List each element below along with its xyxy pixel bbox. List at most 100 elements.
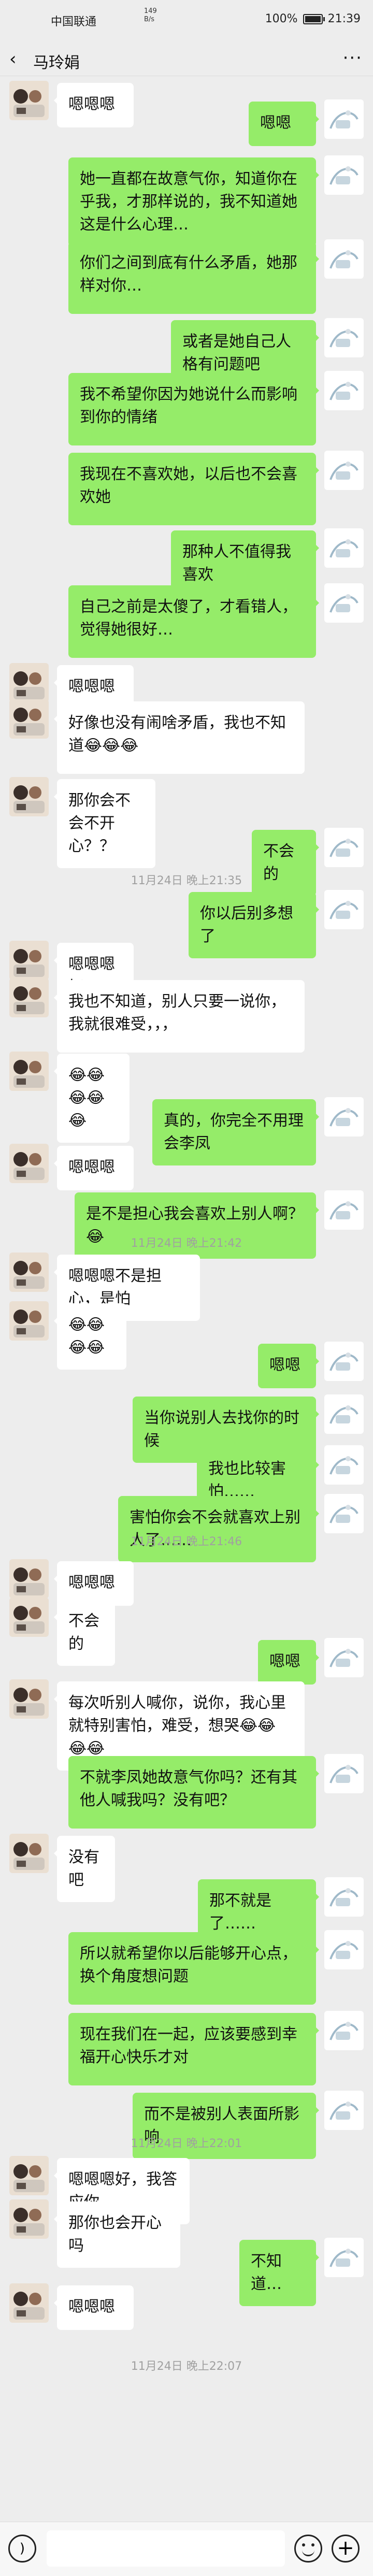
incoming-message: 每次听别人喊你，说你，我心里就特别害怕，难受，想哭😂😂😂😂 (0, 1679, 373, 1771)
incoming-message: 嗯嗯嗯不是担心，是怕 (0, 1253, 373, 1321)
my-avatar[interactable] (324, 2238, 364, 2277)
message-bubble[interactable]: 嗯嗯嗯 (54, 1146, 134, 1190)
incoming-message: 没有吧 (0, 1834, 373, 1902)
my-avatar[interactable] (324, 1394, 364, 1434)
my-avatar[interactable] (324, 99, 364, 139)
contact-avatar[interactable] (9, 1052, 49, 1091)
message-bubble[interactable]: 好像也没有闹啥矛盾，我也不知道😂😂😂 (54, 701, 305, 774)
contact-avatar[interactable] (9, 1301, 49, 1341)
outgoing-message: 而不是被别人表面所影响 (0, 2091, 373, 2159)
voice-icon[interactable]: ) (8, 2535, 36, 2563)
my-avatar[interactable] (324, 1877, 364, 1917)
contact-avatar[interactable] (9, 1834, 49, 1873)
contact-avatar[interactable] (9, 777, 49, 816)
timestamp: 11月24日 晚上22:01 (131, 2137, 242, 2150)
my-avatar[interactable] (324, 318, 364, 357)
contact-avatar[interactable] (9, 699, 49, 739)
my-avatar[interactable] (324, 1494, 364, 1533)
outgoing-message: 那不就是了…… (0, 1877, 373, 1946)
my-avatar[interactable] (324, 1638, 364, 1677)
message-bubble[interactable]: 嗯嗯 (249, 102, 319, 146)
contact-avatar[interactable] (9, 2283, 49, 2323)
battery-icon (303, 13, 325, 24)
network-speed: 149 B/s (144, 7, 157, 23)
contact-avatar[interactable] (9, 2156, 49, 2195)
contact-avatar[interactable] (9, 1144, 49, 1183)
incoming-message: 我也不知道，别人只要一说你，我就很难受，，， (0, 978, 373, 1053)
my-avatar[interactable] (324, 890, 364, 929)
outgoing-message: 不就李凤她故意气你吗？还有其他人喊我吗？没有吧？ (0, 1754, 373, 1829)
my-avatar[interactable] (324, 155, 364, 195)
message-bubble[interactable]: 我也不知道，别人只要一说你，我就很难受，，， (54, 980, 305, 1053)
my-avatar[interactable] (324, 828, 364, 867)
contact-avatar[interactable] (9, 1559, 49, 1599)
message-bubble[interactable]: 嗯嗯 (258, 1640, 319, 1685)
my-avatar[interactable] (324, 239, 364, 279)
message-input[interactable] (47, 2530, 285, 2567)
my-avatar[interactable] (324, 1754, 364, 1793)
incoming-message: 不会的 (0, 1598, 373, 1666)
outgoing-message: 或者是她自己人格有问题吧 (0, 318, 373, 386)
outgoing-message: 不会的 (0, 828, 373, 896)
outgoing-message: 自己之前是太傻了，才看错人，觉得她很好… (0, 583, 373, 658)
incoming-message: 那你会不会不开心？？ (0, 777, 373, 868)
my-avatar[interactable] (324, 1190, 364, 1230)
outgoing-message: 嗯嗯 (0, 1638, 373, 1685)
my-avatar[interactable] (324, 2091, 364, 2130)
message-bubble[interactable]: 不就李凤她故意气你吗？还有其他人喊我吗？没有吧？ (68, 1756, 319, 1829)
outgoing-message: 所以就希望你以后能够开心点，换个角度想问题 (0, 1930, 373, 2005)
my-avatar[interactable] (324, 2011, 364, 2050)
outgoing-message: 我不希望你因为她说什么而影响到你的情绪 (0, 371, 373, 445)
outgoing-message: 现在我们在一起，应该要感到幸福开心快乐才对 (0, 2011, 373, 2085)
my-avatar[interactable] (324, 371, 364, 410)
incoming-message: 嗯嗯嗯 (0, 1144, 373, 1190)
message-bubble[interactable]: 所以就希望你以后能够开心点，换个角度想问题 (68, 1932, 319, 2005)
message-bubble[interactable]: 现在我们在一起，应该要感到幸福开心快乐才对 (68, 2013, 319, 2085)
my-avatar[interactable] (324, 528, 364, 568)
my-avatar[interactable] (324, 1342, 364, 1381)
contact-avatar[interactable] (9, 1679, 49, 1719)
outgoing-message: 当你说别人去找你的时候 (0, 1394, 373, 1463)
my-avatar[interactable] (324, 451, 364, 490)
message-bubble[interactable]: 我现在不喜欢她，以后也不会喜欢她 (68, 453, 319, 525)
timestamp: 11月24日 晚上22:07 (131, 2360, 242, 2373)
message-bubble[interactable]: 嗯嗯 (258, 1344, 319, 1388)
message-bubble[interactable]: 嗯嗯嗯 (54, 2285, 134, 2330)
message-bubble[interactable]: 害怕你会不会就喜欢上别人了…… (118, 1496, 319, 1562)
more-icon[interactable]: ··· (343, 48, 363, 68)
outgoing-message: 你们之间到底有什么矛盾，她那样对你… (0, 239, 373, 314)
outgoing-message: 我也比较害怕…… (0, 1445, 373, 1514)
carrier-label: 中国联通 (51, 16, 97, 28)
message-bubble[interactable]: 她一直都在故意气你，知道你在乎我，才那样说的，我不知道她这是什么心理… (68, 157, 319, 247)
message-bubble[interactable]: 自己之前是太傻了，才看错人，觉得她很好… (68, 585, 319, 658)
outgoing-message: 她一直都在故意气你，知道你在乎我，才那样说的，我不知道她这是什么心理… (0, 155, 373, 247)
chat-header: ‹ 马玲娟 ··· (0, 41, 373, 76)
contact-avatar[interactable] (9, 978, 49, 1017)
contact-avatar[interactable] (9, 941, 49, 980)
contact-avatar[interactable] (9, 1253, 49, 1292)
timestamp: 11月24日 晚上21:42 (131, 1237, 242, 1250)
my-avatar[interactable] (324, 1930, 364, 1969)
incoming-message: 嗯嗯嗯好，我答应你 (0, 2156, 373, 2224)
plus-icon[interactable]: + (332, 2535, 360, 2563)
incoming-message: 😂😂😂😂😂 (0, 1052, 373, 1143)
incoming-message: 嗯嗯嗯 (0, 2283, 373, 2330)
outgoing-message: 嗯嗯 (0, 1342, 373, 1388)
outgoing-message: 不知道… (0, 2238, 373, 2306)
contact-avatar[interactable] (9, 663, 49, 702)
emoji-icon[interactable] (294, 2535, 322, 2563)
my-avatar[interactable] (324, 1097, 364, 1136)
message-bubble[interactable]: 你们之间到底有什么矛盾，她那样对你… (68, 241, 319, 314)
contact-avatar[interactable] (9, 1598, 49, 1637)
incoming-message: 😂😂😂😂 (0, 1301, 373, 1370)
input-bar: ) + (0, 2522, 373, 2576)
message-bubble[interactable]: 我不希望你因为她说什么而影响到你的情绪 (68, 373, 319, 445)
outgoing-message: 我现在不喜欢她，以后也不会喜欢她 (0, 451, 373, 525)
contact-avatar[interactable] (9, 2199, 49, 2239)
outgoing-message: 你以后别多想了 (0, 890, 373, 958)
outgoing-message: 嗯嗯 (0, 99, 373, 146)
my-avatar[interactable] (324, 1445, 364, 1485)
status-right: 100% 21:39 (265, 12, 361, 25)
back-icon[interactable]: ‹ (9, 49, 17, 69)
my-avatar[interactable] (324, 583, 364, 623)
